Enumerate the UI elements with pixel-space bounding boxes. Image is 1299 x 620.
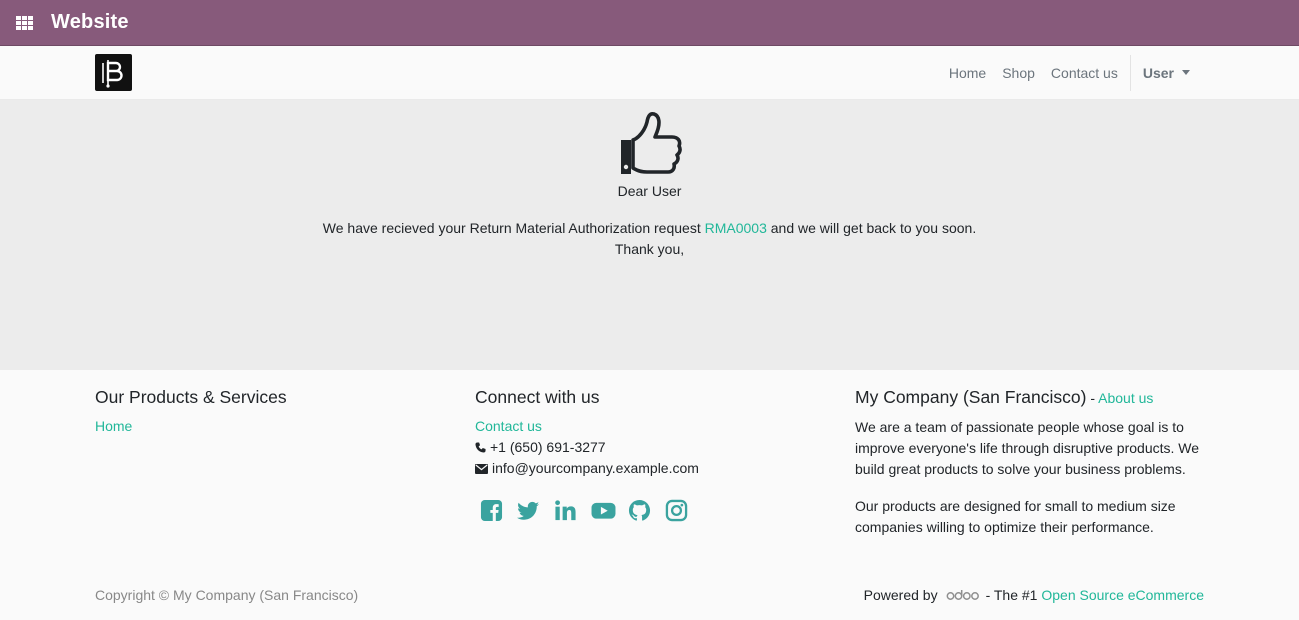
footer-company-column: My Company (San Francisco) - About us We… <box>855 386 1205 554</box>
envelope-icon <box>475 464 488 474</box>
facebook-icon[interactable] <box>480 499 503 522</box>
company-heading: My Company (San Francisco) - About us <box>855 386 1205 409</box>
nav-divider <box>1129 54 1131 91</box>
phone-number: +1 (650) 691-3277 <box>490 439 606 455</box>
email-line: info@yourcompany.example.com <box>475 458 699 479</box>
company-name: My Company (San Francisco) <box>855 387 1087 407</box>
copyright-text: Copyright © My Company (San Francisco) <box>95 587 359 603</box>
heading-separator: - <box>1086 390 1099 406</box>
nav-shop[interactable]: Shop <box>994 65 1043 81</box>
powered-by-tail: - The #1 <box>985 587 1038 603</box>
user-name: User <box>1142 64 1174 81</box>
instagram-icon[interactable] <box>665 499 688 522</box>
email-address: info@yourcompany.example.com <box>492 460 699 476</box>
confirmation-message: We have recieved your Return Material Au… <box>0 220 1299 236</box>
rma-confirmation: Dear User We have recieved your Return M… <box>0 100 1299 370</box>
social-links <box>480 499 699 522</box>
youtube-icon[interactable] <box>591 499 616 522</box>
connect-heading: Connect with us <box>475 387 600 407</box>
apps-grid-icon[interactable] <box>16 15 33 30</box>
nav-contact-us[interactable]: Contact us <box>1043 65 1126 81</box>
thanks-text: Thank you, <box>614 241 685 257</box>
site-header: Home Shop Contact us User <box>0 46 1299 100</box>
footer-contact-link[interactable]: Contact us <box>475 418 542 434</box>
twitter-icon[interactable] <box>517 499 540 522</box>
site-footer: Our Products & Services Home Connect wit… <box>0 370 1299 620</box>
company-target-audience: Our products are designed for small to m… <box>855 498 1176 535</box>
message-suffix: and we will get back to you soon. <box>766 220 977 236</box>
odoo-logo-icon[interactable] <box>946 589 980 601</box>
footer-home-link[interactable]: Home <box>95 418 132 434</box>
products-heading: Our Products & Services <box>95 387 287 407</box>
user-menu-toggle[interactable]: User <box>1135 65 1198 81</box>
phone-line: +1 (650) 691-3277 <box>475 437 699 458</box>
caret-down-icon <box>1182 70 1190 75</box>
open-source-ecommerce-link[interactable]: Open Source eCommerce <box>1041 587 1204 603</box>
rma-reference-link[interactable]: RMA0003 <box>705 220 767 236</box>
message-prefix: We have recieved your Return Material Au… <box>322 220 705 236</box>
powered-by-label: Powered by <box>863 587 938 603</box>
logo-b-icon <box>101 59 123 88</box>
nav-home[interactable]: Home <box>941 65 994 81</box>
about-us-link[interactable]: About us <box>1098 390 1153 406</box>
phone-icon <box>475 442 486 453</box>
company-logo[interactable] <box>95 54 132 91</box>
footer-products-column: Our Products & Services Home <box>95 386 287 437</box>
footer-connect-column: Connect with us Contact us +1 (650) 691-… <box>475 386 699 522</box>
linkedin-icon[interactable] <box>554 499 577 522</box>
greeting: Dear User <box>617 183 682 199</box>
powered-by: Powered by - The #1 Open Source eCommerc… <box>864 587 1204 603</box>
github-icon[interactable] <box>628 499 651 522</box>
company-description: We are a team of passionate people whose… <box>855 419 1200 477</box>
top-bar: Website <box>0 0 1299 46</box>
main-menu: Home Shop Contact us User <box>941 46 1198 99</box>
thumbs-up-icon <box>621 112 682 174</box>
app-title: Website <box>51 11 129 33</box>
